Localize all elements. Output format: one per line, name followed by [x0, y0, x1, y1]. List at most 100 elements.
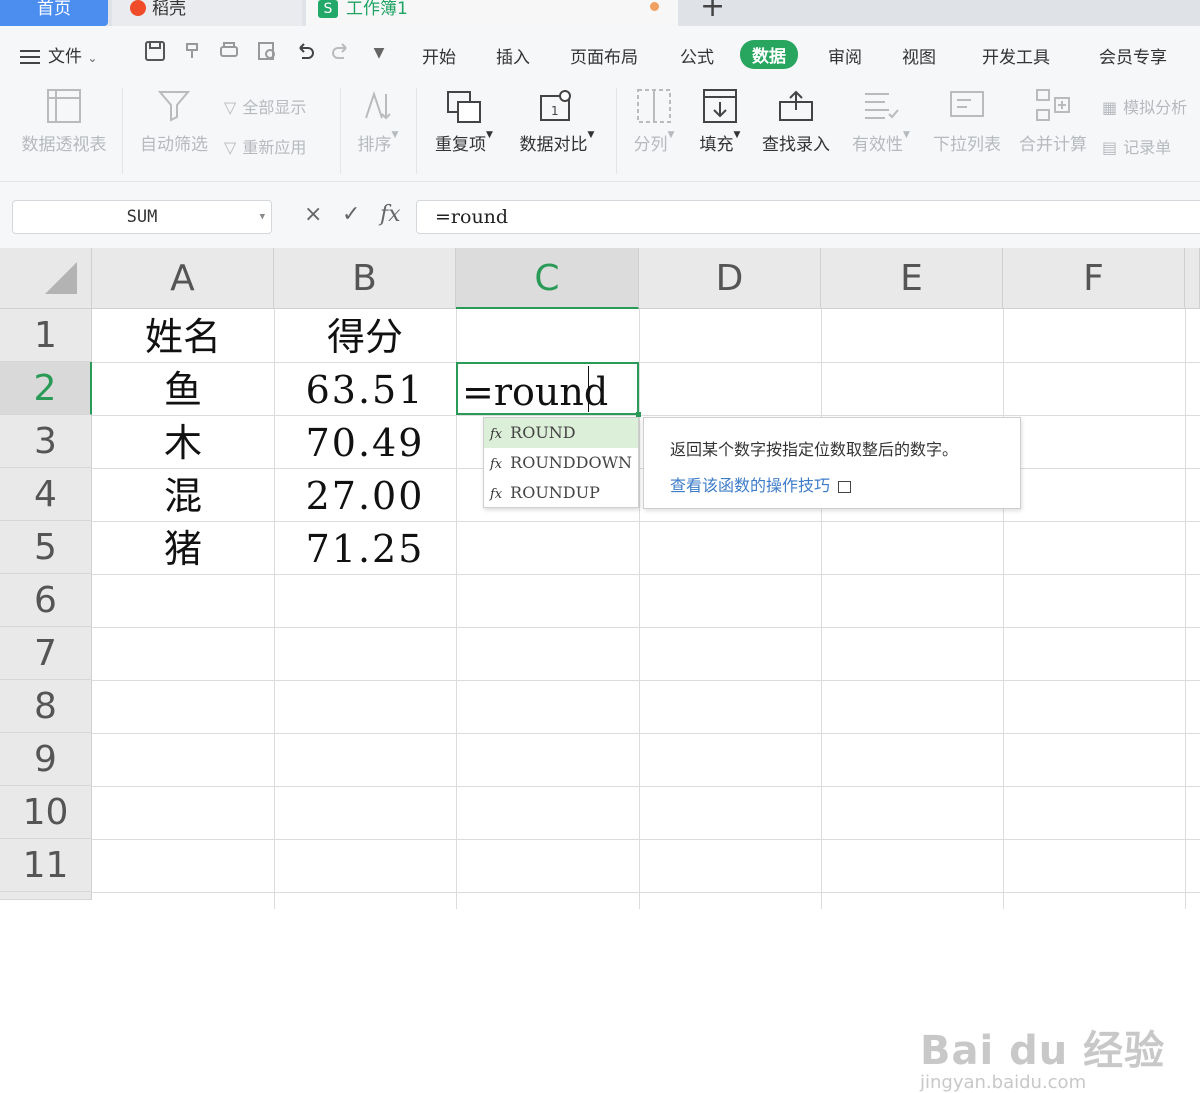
cell-b2[interactable]: 63.51 [274, 362, 456, 415]
cell-a3[interactable]: 木 [92, 415, 274, 468]
row-header-7[interactable]: 7 [0, 627, 92, 680]
ribbon-data: 数据透视表 自动筛选 ▽ 全部显示 ▽ 重新应用 排序▼ 重复项▼ 1 数据对比▼ … [0, 82, 1200, 182]
duplicates-button[interactable]: 重复项▼ [428, 88, 500, 155]
reapply-icon: ▽ [224, 138, 237, 157]
function-autocomplete-list: fx ROUND fx ROUNDDOWN fx ROUNDUP [483, 417, 639, 508]
undo-icon[interactable] [292, 40, 318, 66]
column-header-g[interactable] [1185, 248, 1200, 309]
customize-toolbar-icon[interactable]: ▼ [366, 40, 392, 66]
row-header-9[interactable]: 9 [0, 733, 92, 786]
cell-a2[interactable]: 鱼 [92, 362, 274, 415]
tab-docer-label: 稻壳 [152, 0, 186, 19]
chevron-down-icon[interactable]: ▼ [260, 201, 265, 233]
row-header-4[interactable]: 4 [0, 468, 92, 521]
data-compare-label: 数据对比 [519, 135, 588, 155]
cancel-icon[interactable]: × [304, 202, 322, 227]
gridline [92, 574, 1200, 575]
row-header-2[interactable]: 2 [0, 362, 92, 415]
record-form-button[interactable]: ▤ 记录单 [1102, 134, 1171, 158]
insert-function-icon[interactable]: fx [380, 202, 401, 227]
cell-b3[interactable]: 70.49 [274, 415, 456, 468]
function-tips-link[interactable]: 查看该函数的操作技巧 [670, 472, 1020, 496]
validity-button[interactable]: 有效性▼ [846, 88, 916, 155]
consolidate-button[interactable]: 合并计算 [1016, 88, 1090, 155]
column-header-d[interactable]: D [639, 248, 821, 309]
auto-filter-button[interactable]: 自动筛选 [136, 88, 212, 155]
tab-formulas[interactable]: 公式 [680, 43, 714, 68]
column-header-b[interactable]: B [274, 248, 456, 309]
redo-icon[interactable] [328, 40, 354, 66]
row-header-11[interactable]: 11 [0, 839, 92, 892]
tab-member[interactable]: 会员专享 [1099, 43, 1167, 68]
cell-a4[interactable]: 混 [92, 468, 274, 521]
simulation-button[interactable]: ▦ 模拟分析 [1102, 94, 1187, 118]
hamburger-icon [20, 50, 40, 64]
duplicates-label: 重复项 [435, 135, 487, 155]
select-all-button[interactable] [0, 248, 92, 309]
cell-a5[interactable]: 猪 [92, 521, 274, 574]
tab-data[interactable]: 数据 [740, 40, 798, 69]
print-icon[interactable] [216, 40, 242, 66]
pivot-table-button[interactable]: 数据透视表 [18, 88, 110, 155]
row-header-10[interactable]: 10 [0, 786, 92, 839]
row-header-5[interactable]: 5 [0, 521, 92, 574]
row-header-6[interactable]: 6 [0, 574, 92, 627]
tab-developer[interactable]: 开发工具 [982, 43, 1050, 68]
sort-button[interactable]: 排序▼ [350, 88, 406, 155]
tab-page-layout[interactable]: 页面布局 [570, 43, 638, 68]
row-header-8[interactable]: 8 [0, 680, 92, 733]
tab-start[interactable]: 开始 [422, 43, 456, 68]
column-header-e[interactable]: E [821, 248, 1003, 309]
gridline [92, 839, 1200, 840]
dropdown-list-button[interactable]: 下拉列表 [930, 88, 1004, 155]
menu-row: 文件 ⌄ ▼ 开始 插入 页面布局 公式 数据 审阅 视图 开发工具 会员专享 [0, 26, 1200, 82]
tab-home[interactable]: 首页 [0, 0, 108, 26]
cell-b1[interactable]: 得分 [274, 309, 456, 362]
find-entry-button[interactable]: 查找录入 [758, 88, 834, 155]
cell-b5[interactable]: 71.25 [274, 521, 456, 574]
tab-review[interactable]: 审阅 [828, 43, 862, 68]
dropdown-arrow-icon: ▼ [903, 130, 910, 140]
file-menu[interactable]: 文件 ⌄ [20, 42, 97, 67]
autocomplete-item[interactable]: fx ROUNDUP [484, 478, 638, 508]
format-painter-icon[interactable] [180, 40, 206, 66]
gridline [639, 309, 640, 909]
name-box[interactable]: SUM ▼ [12, 200, 272, 234]
row-header-12[interactable] [0, 892, 92, 900]
split-column-button[interactable]: 分列▼ [628, 88, 680, 155]
gridline [92, 680, 1200, 681]
data-compare-button[interactable]: 1 数据对比▼ [512, 88, 602, 155]
gridline [92, 892, 1200, 893]
tab-insert[interactable]: 插入 [496, 43, 530, 68]
gridline [1003, 309, 1004, 909]
function-icon: fx [490, 487, 503, 502]
new-tab-button[interactable]: + [700, 0, 725, 22]
auto-filter-label: 自动筛选 [140, 135, 208, 155]
autocomplete-item[interactable]: fx ROUNDDOWN [484, 448, 638, 478]
fill-button[interactable]: 填充▼ [694, 88, 746, 155]
function-tips-link-label: 查看该函数的操作技巧 [670, 476, 831, 495]
print-preview-icon[interactable] [254, 40, 280, 66]
show-all-button[interactable]: ▽ 全部显示 [224, 94, 306, 118]
tab-view[interactable]: 视图 [902, 43, 936, 68]
row-header-1[interactable]: 1 [0, 309, 92, 362]
tab-workbook[interactable]: S 工作簿1 [306, 0, 678, 26]
autocomplete-item[interactable]: fx ROUND [484, 418, 638, 448]
row-header-3[interactable]: 3 [0, 415, 92, 468]
dropdown-arrow-icon: ▼ [486, 130, 493, 140]
sort-icon [360, 88, 396, 124]
validity-label: 有效性 [852, 135, 904, 155]
tab-docer[interactable]: 稻壳 [112, 0, 302, 26]
confirm-icon[interactable]: ✓ [342, 202, 360, 227]
svg-text:1: 1 [551, 104, 559, 118]
cell-b4[interactable]: 27.00 [274, 468, 456, 521]
column-header-c[interactable]: C [456, 248, 639, 309]
formula-input[interactable]: =round [416, 200, 1200, 234]
dropdown-arrow-icon: ▼ [733, 130, 741, 140]
reapply-button[interactable]: ▽ 重新应用 [224, 134, 306, 158]
save-icon[interactable] [142, 40, 168, 66]
column-header-f[interactable]: F [1003, 248, 1185, 309]
column-header-a[interactable]: A [92, 248, 274, 309]
cell-c2-editing[interactable]: =round [456, 362, 639, 415]
cell-a1[interactable]: 姓名 [92, 309, 274, 362]
